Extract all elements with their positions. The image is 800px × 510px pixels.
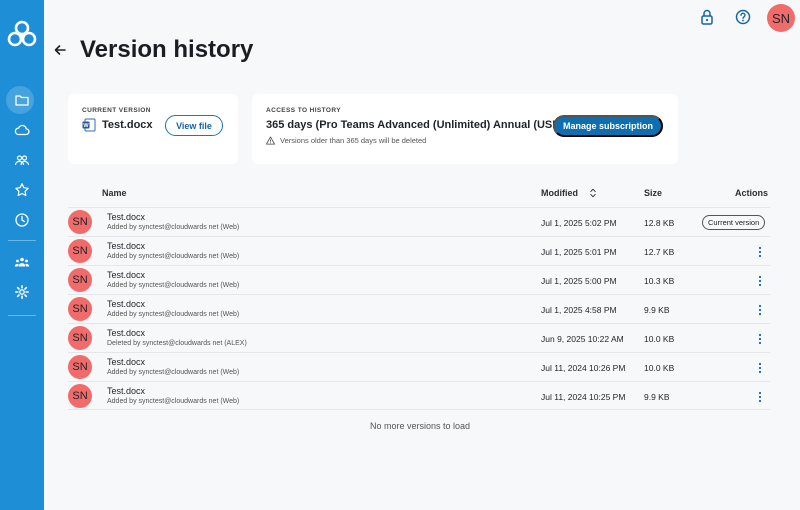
people-icon: [14, 155, 30, 166]
row-size: 10.0 KB: [644, 363, 675, 373]
sort-icon[interactable]: [589, 188, 597, 198]
table-row[interactable]: SN Test.docx Deleted by synctest@cloudwa…: [68, 323, 770, 352]
row-file-name: Test.docx: [107, 270, 146, 280]
retention-warning: Versions older than 365 days will be del…: [266, 135, 426, 145]
row-modified: Jul 11, 2024 10:26 PM: [541, 363, 626, 373]
row-author: Added by synctest@cloudwards net (Web): [107, 369, 240, 376]
nav-files[interactable]: [0, 85, 44, 115]
row-author: Added by synctest@cloudwards net (Web): [107, 282, 240, 289]
row-author: Added by synctest@cloudwards net (Web): [107, 253, 240, 260]
row-author: Added by synctest@cloudwards net (Web): [107, 224, 240, 231]
lock-icon[interactable]: [698, 8, 716, 26]
row-file-name: Test.docx: [107, 212, 146, 222]
team-icon: [14, 257, 30, 267]
more-actions-icon[interactable]: [754, 333, 766, 345]
access-history-card: ACCESS TO HISTORY 365 days (Pro Teams Ad…: [252, 94, 678, 164]
app-logo[interactable]: [6, 20, 38, 52]
nav-settings[interactable]: [0, 277, 44, 307]
sidebar-divider: [8, 240, 36, 241]
row-file-name: Test.docx: [107, 241, 146, 251]
user-avatar[interactable]: SN: [767, 4, 795, 32]
nav-recent[interactable]: [0, 205, 44, 235]
table-row[interactable]: SN Test.docx Added by synctest@cloudward…: [68, 381, 770, 410]
word-file-icon: W: [82, 118, 96, 132]
current-version-card: CURRENT VERSION W Test.docx View file: [68, 94, 238, 164]
warning-icon: [266, 135, 275, 145]
current-file-name: Test.docx: [102, 119, 153, 131]
nav-shared[interactable]: [0, 145, 44, 175]
access-history-caption: ACCESS TO HISTORY: [266, 107, 341, 114]
row-file-name: Test.docx: [107, 328, 146, 338]
row-avatar: SN: [68, 268, 92, 292]
view-file-button[interactable]: View file: [165, 115, 223, 136]
nav-favorites[interactable]: [0, 175, 44, 205]
column-header-size[interactable]: Size: [644, 188, 662, 198]
row-file-name: Test.docx: [107, 386, 146, 396]
row-modified: Jun 9, 2025 10:22 AM: [541, 334, 624, 344]
current-version-badge: Current version: [702, 215, 766, 230]
row-avatar: SN: [68, 239, 92, 263]
column-header-modified[interactable]: Modified: [541, 188, 578, 198]
sidebar: [0, 0, 44, 510]
cloud-icon: [14, 124, 30, 136]
more-actions-icon[interactable]: [754, 391, 766, 403]
clock-icon: [15, 213, 29, 227]
row-modified: Jul 11, 2024 10:25 PM: [541, 392, 626, 402]
row-avatar: SN: [68, 210, 92, 234]
gear-icon: [15, 285, 29, 299]
row-file-name: Test.docx: [107, 357, 146, 367]
row-modified: Jul 1, 2025 4:58 PM: [541, 305, 617, 315]
row-modified: Jul 1, 2025 5:00 PM: [541, 276, 617, 286]
warning-text: Versions older than 365 days will be del…: [280, 135, 427, 145]
row-size: 10.3 KB: [644, 276, 675, 286]
row-avatar: SN: [68, 384, 92, 408]
sidebar-divider: [8, 315, 36, 316]
no-more-versions-text: No more versions to load: [369, 421, 471, 431]
plan-name: 365 days (Pro Teams Advanced (Unlimited)…: [266, 119, 568, 131]
row-size: 9.9 KB: [644, 392, 670, 402]
row-size: 10.0 KB: [644, 334, 675, 344]
manage-subscription-button[interactable]: Manage subscription: [553, 115, 663, 137]
table-row[interactable]: SN Test.docx Added by synctest@cloudward…: [68, 207, 770, 236]
page-title: Version history: [80, 36, 254, 63]
table-bottom-divider: [68, 409, 770, 410]
star-icon: [15, 183, 29, 197]
help-icon[interactable]: [734, 8, 752, 26]
row-modified: Jul 1, 2025 5:01 PM: [541, 247, 617, 257]
more-actions-icon[interactable]: [754, 304, 766, 316]
row-author: Deleted by synctest@cloudwards net (ALEX…: [107, 340, 247, 347]
more-actions-icon[interactable]: [754, 246, 766, 258]
nav-team[interactable]: [0, 247, 44, 277]
folder-icon: [15, 95, 29, 106]
row-avatar: SN: [68, 297, 92, 321]
table-row[interactable]: SN Test.docx Added by synctest@cloudward…: [68, 236, 770, 265]
nav-cloud[interactable]: [0, 115, 44, 145]
back-arrow-icon[interactable]: [52, 42, 68, 58]
more-actions-icon[interactable]: [754, 275, 766, 287]
table-row[interactable]: SN Test.docx Added by synctest@cloudward…: [68, 294, 770, 323]
row-size: 12.8 KB: [644, 218, 675, 228]
row-size: 9.9 KB: [644, 305, 670, 315]
current-version-caption: CURRENT VERSION: [82, 107, 151, 114]
table-row[interactable]: SN Test.docx Added by synctest@cloudward…: [68, 265, 770, 294]
row-size: 12.7 KB: [644, 247, 675, 257]
row-author: Added by synctest@cloudwards net (Web): [107, 398, 240, 405]
row-modified: Jul 1, 2025 5:02 PM: [541, 218, 617, 228]
row-file-name: Test.docx: [107, 299, 146, 309]
svg-text:W: W: [83, 123, 89, 129]
row-avatar: SN: [68, 355, 92, 379]
table-row[interactable]: SN Test.docx Added by synctest@cloudward…: [68, 352, 770, 381]
more-actions-icon[interactable]: [754, 362, 766, 374]
column-header-actions: Actions: [735, 188, 769, 198]
row-avatar: SN: [68, 326, 92, 350]
row-author: Added by synctest@cloudwards net (Web): [107, 311, 240, 318]
column-header-name[interactable]: Name: [102, 188, 127, 198]
